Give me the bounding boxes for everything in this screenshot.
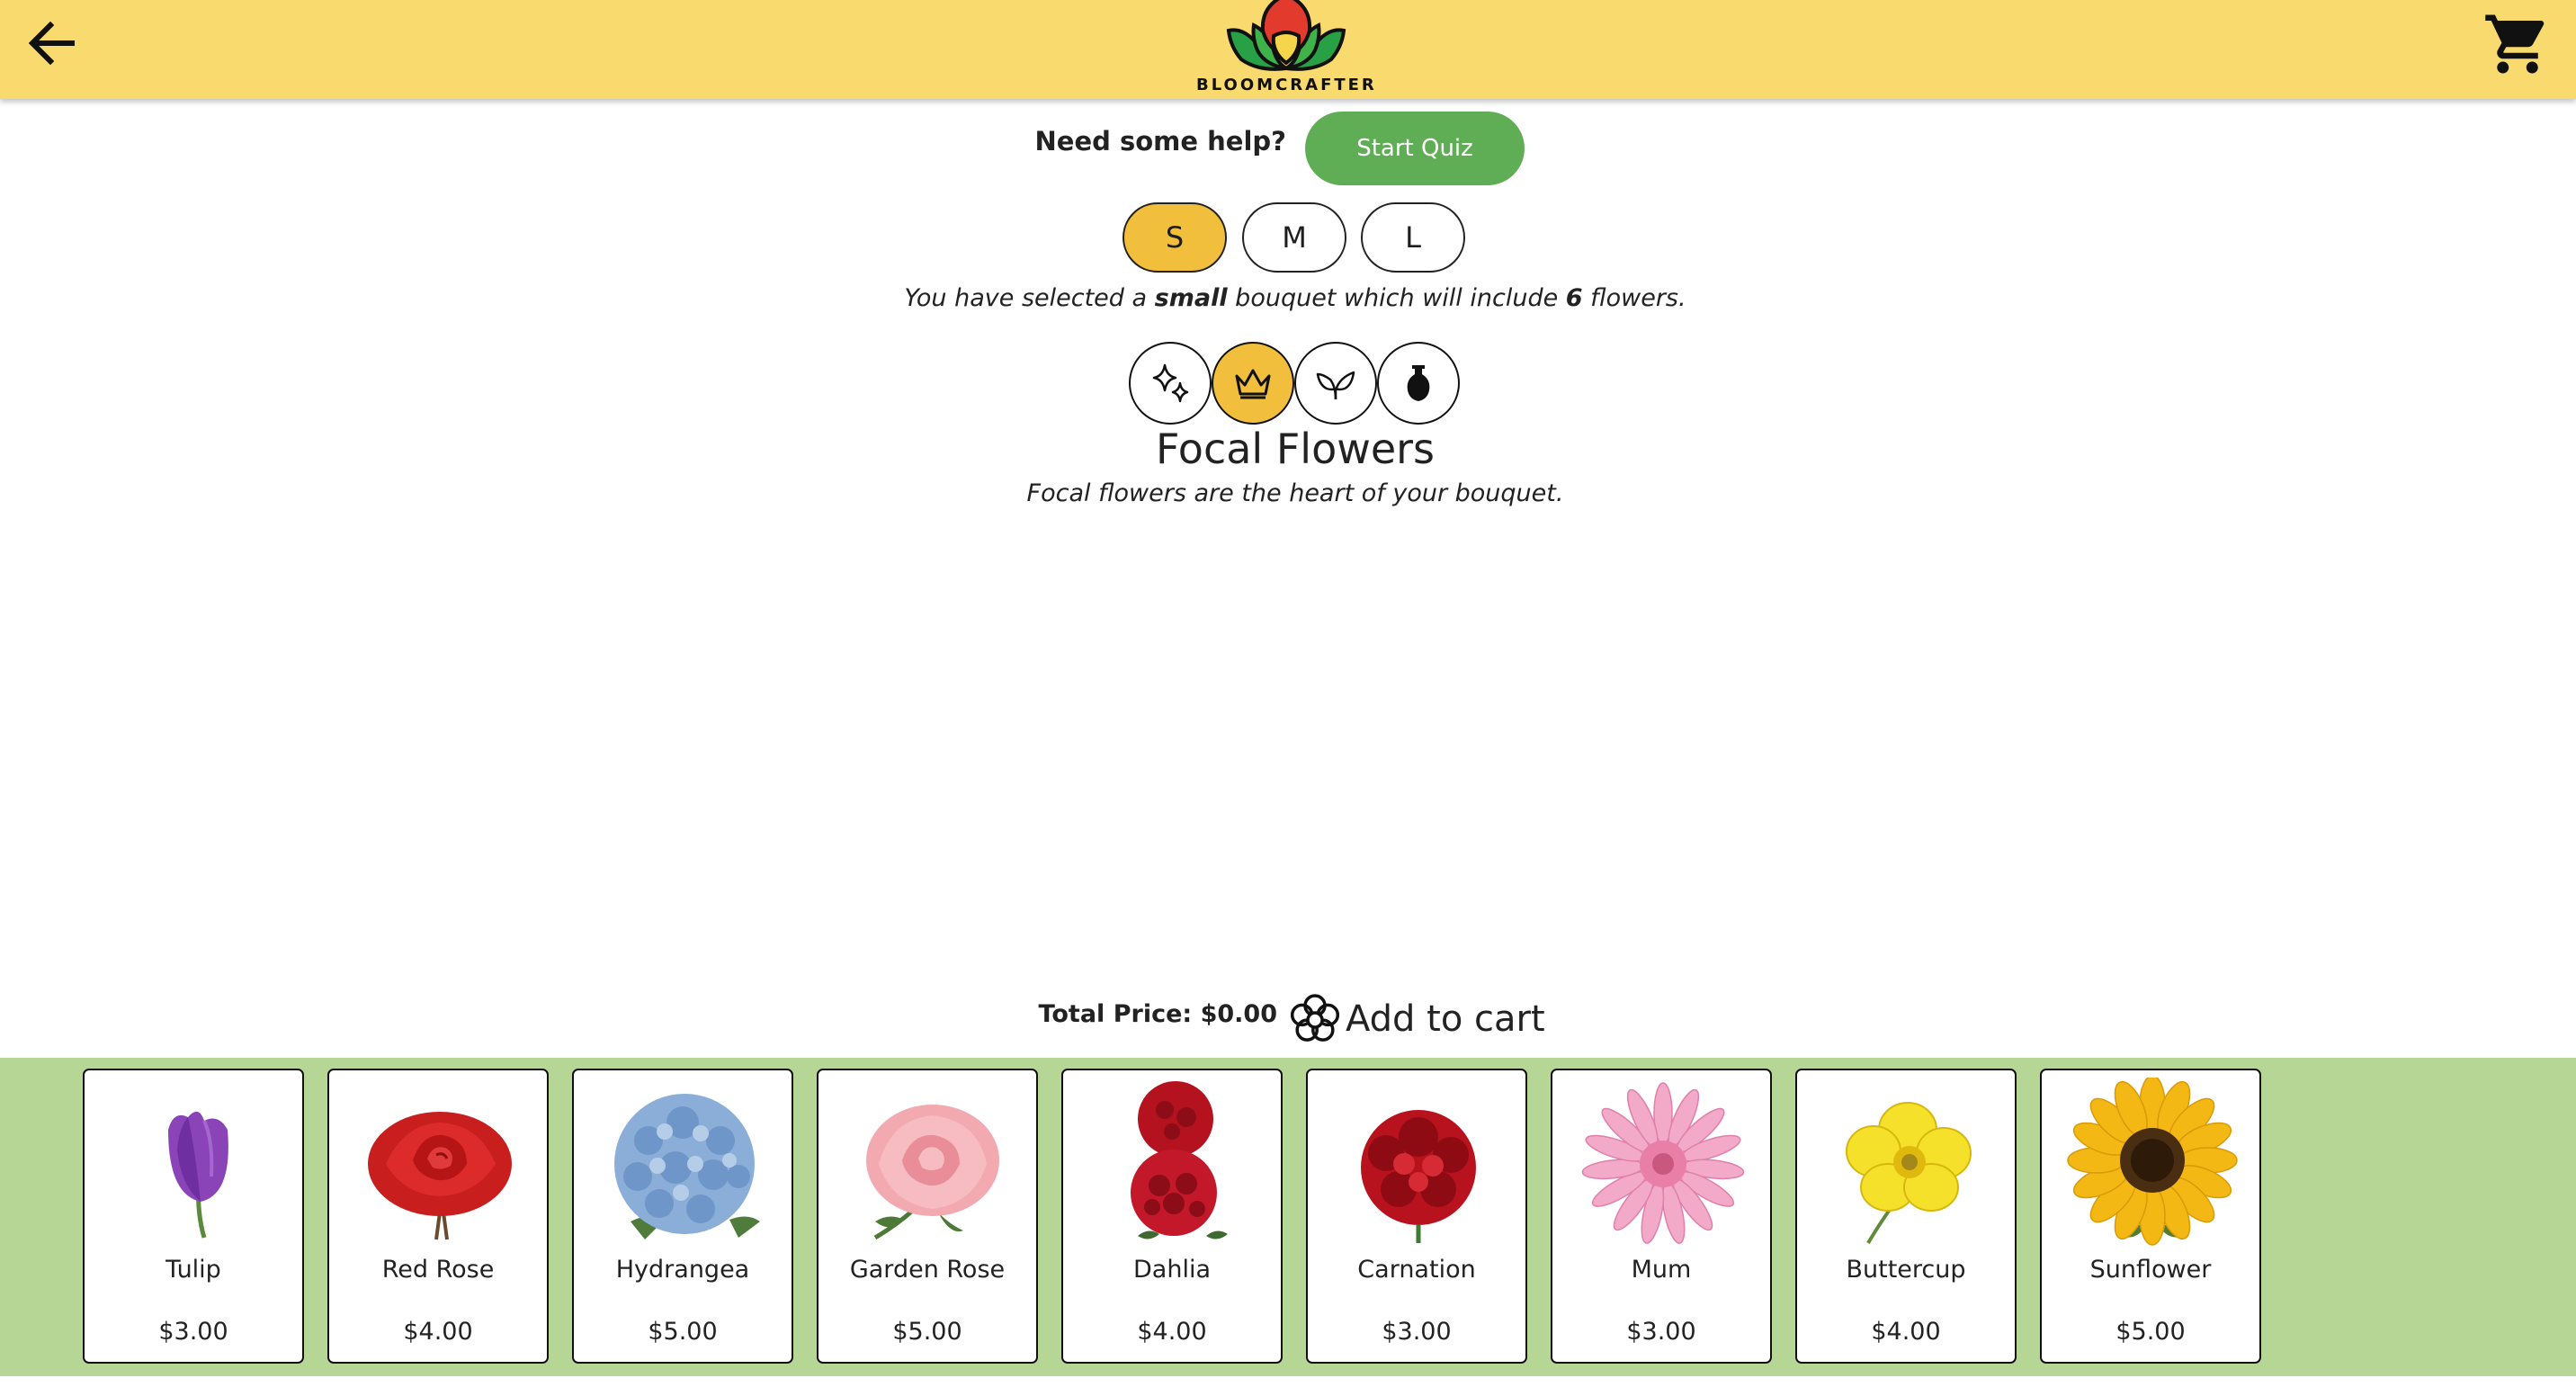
cart-button[interactable]: [2482, 9, 2553, 79]
garden-rose-image: [866, 1105, 999, 1240]
section-title: Focal Flowers: [1155, 425, 1436, 473]
flower-price: $5.00: [648, 1318, 718, 1346]
add-to-cart-button[interactable]: Add to cart: [1288, 988, 1545, 1051]
bouquet-logo-icon: [1226, 0, 1346, 71]
size-note-count: 6: [1565, 284, 1583, 312]
flower-price: $4.00: [403, 1318, 473, 1346]
flower-card-hydrangea[interactable]: Hydrangea $5.00: [572, 1069, 793, 1364]
flower-name: Carnation: [1357, 1256, 1476, 1284]
flower-name: Sunflower: [2089, 1256, 2212, 1284]
flower-name: Buttercup: [1846, 1256, 1966, 1284]
vase-icon: [1407, 365, 1430, 401]
size-note-middle: bouquet which will include: [1227, 284, 1566, 312]
buttercup-image: [1846, 1102, 1972, 1245]
carnation-image: [1361, 1110, 1476, 1243]
flower-price: $5.00: [2115, 1318, 2186, 1346]
bouquet-size-note: You have selected a small bouquet which …: [0, 284, 2576, 312]
flower-card-dahlia[interactable]: Dahlia $4.00: [1061, 1069, 1283, 1364]
flower-price: $3.00: [1382, 1318, 1452, 1346]
start-quiz-button[interactable]: Start Quiz: [1305, 112, 1525, 185]
tulip-image: [168, 1111, 228, 1239]
flower-outline-icon: [1290, 994, 1340, 1042]
leaf-icon: [1316, 371, 1355, 400]
flower-name: Red Rose: [381, 1256, 495, 1284]
sparkles-icon: [1152, 363, 1189, 403]
size-medium-button[interactable]: M: [1242, 202, 1346, 273]
add-to-cart-label: Add to cart: [1346, 998, 1545, 1040]
category-filler-button[interactable]: [1129, 342, 1212, 425]
flower-name: Tulip: [165, 1256, 221, 1284]
flower-name: Dahlia: [1133, 1256, 1211, 1284]
flower-card-mum[interactable]: Mum $3.00: [1551, 1069, 1772, 1364]
crown-icon: [1235, 369, 1271, 399]
section-description: Focal flowers are the heart of your bouq…: [1026, 479, 1564, 507]
hydrangea-image: [614, 1094, 760, 1239]
sunflower-image: [2067, 1078, 2238, 1246]
flower-card-buttercup[interactable]: Buttercup $4.00: [1795, 1069, 2017, 1364]
size-note-suffix: flowers.: [1582, 284, 1686, 312]
flower-card-sunflower[interactable]: Sunflower $5.00: [2040, 1069, 2261, 1364]
flower-price: $3.00: [158, 1318, 228, 1346]
flower-tray: Tulip $3.00 Red Rose $4.00 Hydrangea $5.…: [0, 1058, 2576, 1376]
brand-logo[interactable]: BLOOMCRAFTER: [1196, 0, 1376, 99]
size-large-button[interactable]: L: [1361, 202, 1465, 273]
category-greenery-button[interactable]: [1294, 342, 1377, 425]
flower-price: $4.00: [1137, 1318, 1207, 1346]
flower-card-tulip[interactable]: Tulip $3.00: [83, 1069, 304, 1364]
dahlia-image: [1131, 1081, 1228, 1239]
back-button[interactable]: [20, 11, 85, 76]
flower-card-garden-rose[interactable]: Garden Rose $5.00: [817, 1069, 1038, 1364]
flower-card-red-rose[interactable]: Red Rose $4.00: [327, 1069, 549, 1364]
brand-name: BLOOMCRAFTER: [1196, 76, 1377, 94]
size-note-prefix: You have selected a: [904, 284, 1155, 312]
size-small-button[interactable]: S: [1123, 202, 1227, 273]
red-rose-image: [368, 1112, 512, 1240]
flower-price: $3.00: [1626, 1318, 1696, 1346]
flower-name: Hydrangea: [615, 1256, 750, 1284]
total-price: Total Price: $0.00: [1038, 1000, 1277, 1028]
size-note-size: small: [1154, 284, 1228, 312]
top-bar: BLOOMCRAFTER: [0, 0, 2576, 99]
category-vase-button[interactable]: [1377, 342, 1460, 425]
mum-image: [1581, 1082, 1745, 1244]
category-focal-button[interactable]: [1212, 342, 1294, 425]
help-prompt: Need some help?: [1034, 126, 1286, 157]
shopping-cart-icon: [2485, 14, 2545, 74]
flower-name: Garden Rose: [849, 1256, 1006, 1284]
flower-name: Mum: [1631, 1256, 1692, 1284]
flower-price: $4.00: [1871, 1318, 1941, 1346]
flower-card-carnation[interactable]: Carnation $3.00: [1306, 1069, 1527, 1364]
flower-price: $5.00: [892, 1318, 962, 1346]
arrow-left-icon: [28, 21, 75, 66]
